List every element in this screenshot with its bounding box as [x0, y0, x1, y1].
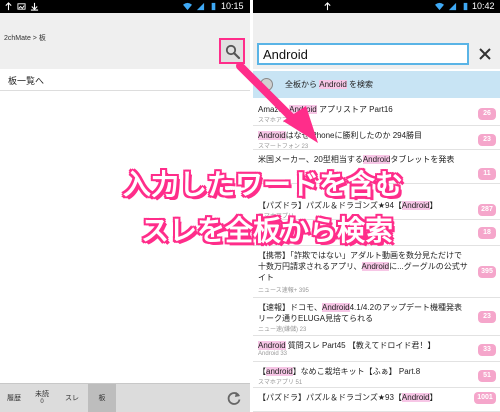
keyword-highlight: Android	[258, 341, 286, 350]
count-badge: 11	[478, 168, 496, 180]
board-list-label: 板一覧へ	[8, 76, 45, 86]
tab-history[interactable]: 履歴	[0, 384, 28, 412]
thread-meta: Android 33	[258, 351, 288, 357]
keyword-highlight: Android	[322, 303, 350, 312]
keyword-highlight: Android	[401, 201, 430, 210]
right-screen: 10:42 全板から Android を検索 Amazon Android アプ…	[253, 0, 500, 412]
tab-unread[interactable]: 未読 0	[28, 384, 56, 412]
caption-line-1: 入力したワードを含む	[123, 168, 404, 201]
count-badge: 18	[478, 227, 496, 239]
bottom-tab-bar: 履歴 未読 0 スレ 板	[0, 383, 250, 412]
count-badge: 51	[478, 370, 496, 382]
thread-meta: スマホアプリ	[258, 118, 294, 124]
usb-icon	[324, 2, 331, 11]
title-text: アプリストア Part16	[316, 105, 393, 114]
title-text: 【	[258, 367, 266, 376]
thread-title: 【速報】ドコモ、Android4.1/4.2のアップデート機種発表 リーク通りE…	[258, 302, 468, 324]
close-icon[interactable]	[475, 44, 495, 64]
thread-meta: スマホアプリ 51	[258, 380, 303, 386]
board-list-link[interactable]: 板一覧へ	[0, 69, 250, 91]
count-badge: 33	[478, 344, 496, 356]
list-item[interactable]: 【android】なめこ栽培キット【ふぁ】 Part.8 スマホアプリ 51 5…	[253, 362, 500, 388]
wifi-icon	[183, 2, 192, 11]
status-time: 10:15	[221, 1, 244, 11]
search-button[interactable]	[219, 38, 245, 64]
search-all-label: 全板から Android を検索	[285, 79, 373, 90]
title-text: 】	[429, 393, 438, 402]
title-text: Amazon	[258, 105, 290, 114]
search-all-boards-option[interactable]: 全板から Android を検索	[253, 71, 500, 98]
list-item[interactable]: AndroidはなぜiPhoneに勝利したのか 294勝目 スマートフォン 23…	[253, 126, 500, 150]
list-item[interactable]: 【パズドラ】パズル＆ドラゴンズ★93【Android】 1001	[253, 388, 500, 412]
tab-threads[interactable]: スレ	[56, 384, 88, 412]
title-text: 【速報】ドコモ、	[258, 303, 322, 312]
tab-unread-count: 0	[40, 399, 44, 405]
list-item[interactable]: Android 質問スレ Part45 【教えてドロイド君！】 Android …	[253, 336, 500, 362]
search-icon	[225, 44, 241, 60]
thread-title: 【android】なめこ栽培キット【ふぁ】 Part.8	[258, 366, 468, 377]
battery-icon	[211, 2, 216, 11]
tab-boards-label: 板	[98, 395, 106, 402]
tab-history-label: 履歴	[7, 395, 21, 402]
thread-meta: ニュー速(嫌儲) 23	[258, 327, 307, 333]
list-item[interactable]: Amazon Android アプリストア Part16 スマホアプリ 26	[253, 100, 500, 126]
title-text: 】なめこ栽培キット【ふぁ】 Part.8	[292, 367, 421, 376]
status-bar: 10:42	[253, 0, 500, 13]
status-time: 10:42	[472, 1, 495, 11]
battery-icon	[463, 2, 468, 11]
thread-meta: ニュース速報+ 395	[258, 288, 309, 294]
download-icon	[30, 2, 39, 11]
thread-title: AndroidはなぜiPhoneに勝利したのか 294勝目	[258, 130, 468, 141]
thread-title: Amazon Android アプリストア Part16	[258, 104, 468, 115]
image-icon	[17, 3, 26, 10]
title-text: 質問スレ Part45 【教えてドロイド君！】	[285, 341, 436, 350]
keyword-highlight: Android	[361, 262, 390, 271]
title-text: はなぜiPhoneに勝利したのか 294勝目	[285, 131, 423, 140]
signal-icon	[448, 2, 457, 11]
usb-icon	[5, 2, 12, 11]
search-all-keyword: Android	[319, 80, 347, 89]
wifi-icon	[435, 2, 444, 11]
tab-unread-label: 未読	[35, 391, 49, 398]
keyword-highlight: Android	[401, 393, 430, 402]
status-bar: 10:15	[0, 0, 250, 13]
count-badge: 1001	[474, 392, 496, 404]
count-badge: 23	[478, 134, 496, 146]
tab-boards[interactable]: 板	[88, 384, 116, 412]
count-badge: 287	[478, 204, 496, 216]
keyword-highlight: Android	[258, 131, 286, 140]
count-badge: 395	[478, 266, 496, 278]
radio-icon[interactable]	[260, 78, 273, 91]
left-screen: 10:15 2chMate > 板 板一覧へ 履歴 未読 0 スレ 板	[0, 0, 250, 412]
list-item[interactable]: 【速報】ドコモ、Android4.1/4.2のアップデート機種発表 リーク通りE…	[253, 298, 500, 336]
signal-icon	[196, 2, 205, 11]
keyword-highlight: android	[266, 367, 293, 376]
list-item[interactable]: 【携帯】「詐欺ではない」アダルト動画を数分見ただけで十数万円請求されるアプリ、A…	[253, 246, 500, 298]
count-badge: 23	[478, 311, 496, 323]
thread-title: Android 質問スレ Part45 【教えてドロイド君！】	[258, 340, 468, 351]
title-text: 【パズドラ】パズル＆ドラゴンズ★93【	[258, 393, 402, 402]
search-all-suffix: を検索	[346, 80, 374, 89]
thread-title: 【パズドラ】パズル＆ドラゴンズ★93【Android】	[258, 392, 468, 403]
breadcrumb: 2chMate > 板	[4, 35, 46, 42]
thread-meta: スマートフォン 23	[258, 144, 309, 150]
refresh-icon[interactable]	[226, 390, 242, 406]
title-text: 】	[429, 201, 438, 210]
search-input[interactable]	[257, 43, 469, 65]
keyword-highlight: Android	[289, 105, 317, 114]
caption-line-2: スレを全板から検索	[141, 214, 394, 247]
count-badge: 26	[478, 108, 496, 120]
thread-title: 【携帯】「詐欺ではない」アダルト動画を数分見ただけで十数万円請求されるアプリ、A…	[258, 250, 468, 283]
search-all-prefix: 全板から	[285, 80, 320, 89]
tab-threads-label: スレ	[65, 395, 79, 402]
